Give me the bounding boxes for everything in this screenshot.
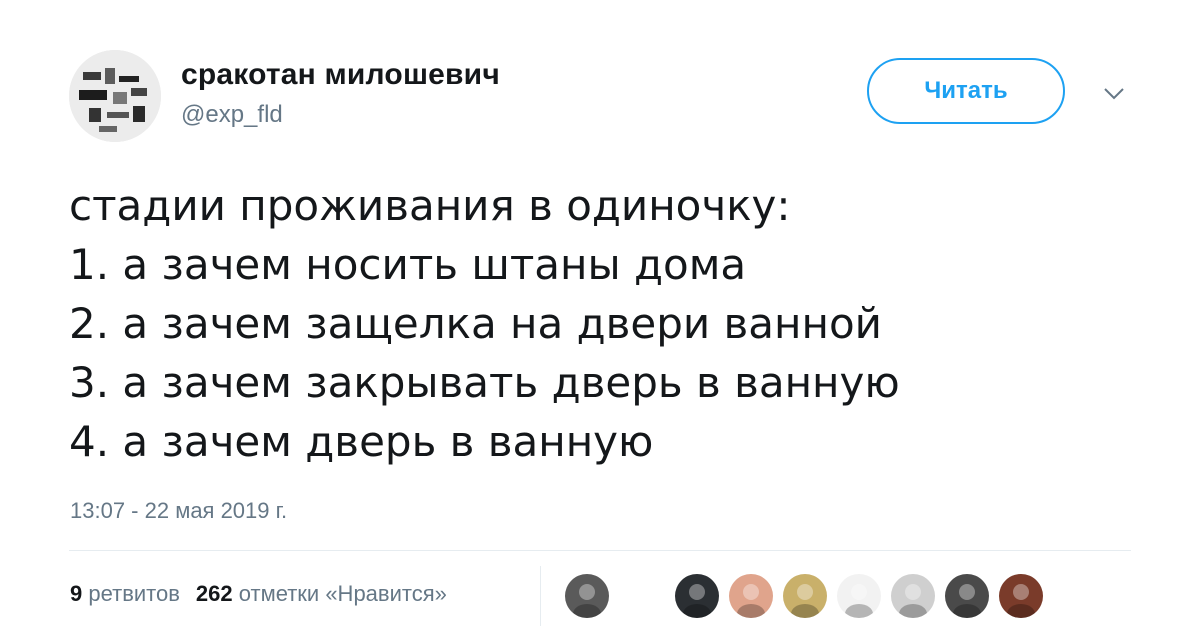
retweets-count: 9 xyxy=(70,581,83,606)
abstract-avatar-icon xyxy=(69,50,161,142)
liker-avatar-1[interactable] xyxy=(565,574,609,618)
user-handle[interactable]: @exp_fld xyxy=(181,101,283,129)
tweet-timestamp[interactable]: 13:07 - 22 мая 2019 г. xyxy=(70,498,287,524)
tweet-card: сракотан милошевич @exp_fld Читать стади… xyxy=(0,0,1200,628)
likes-label: отметки «Нравится» xyxy=(238,581,447,606)
stats-separator xyxy=(540,566,541,626)
likes-count: 262 xyxy=(195,581,233,606)
liker-avatar-6[interactable] xyxy=(891,574,935,618)
liker-avatar-8[interactable] xyxy=(999,574,1043,618)
likes-stat[interactable]: 262 отметки «Нравится» xyxy=(196,581,447,606)
tweet-text-line: 1. а зачем носить штаны дома xyxy=(69,240,747,289)
retweets-label: ретвитов xyxy=(88,581,180,606)
chevron-down-icon xyxy=(1104,88,1124,100)
liker-avatar-5[interactable] xyxy=(837,574,881,618)
tweet-text-line: 3. а зачем закрывать дверь в ванную xyxy=(69,358,900,407)
tweet-text-line: 2. а зачем защелка на двери ванной xyxy=(69,299,882,348)
tweet-stats: 9 ретвитов 262 отметки «Нравится» xyxy=(70,581,447,607)
liker-avatar-3[interactable] xyxy=(729,574,773,618)
liker-avatar-4[interactable] xyxy=(783,574,827,618)
liker-avatar-7[interactable] xyxy=(945,574,989,618)
user-avatar[interactable] xyxy=(69,50,161,142)
retweets-stat[interactable]: 9 ретвитов xyxy=(70,581,180,606)
tweet-menu-button[interactable] xyxy=(1098,80,1130,108)
follow-button[interactable]: Читать xyxy=(867,58,1065,124)
tweet-text: стадии проживания в одиночку: 1. а зачем… xyxy=(69,176,1169,471)
divider xyxy=(69,550,1131,551)
display-name[interactable]: сракотан милошевич xyxy=(181,58,500,92)
liker-avatar-2[interactable] xyxy=(675,574,719,618)
tweet-text-line: стадии проживания в одиночку: xyxy=(69,181,791,230)
tweet-text-line: 4. а зачем дверь в ванную xyxy=(69,417,654,466)
